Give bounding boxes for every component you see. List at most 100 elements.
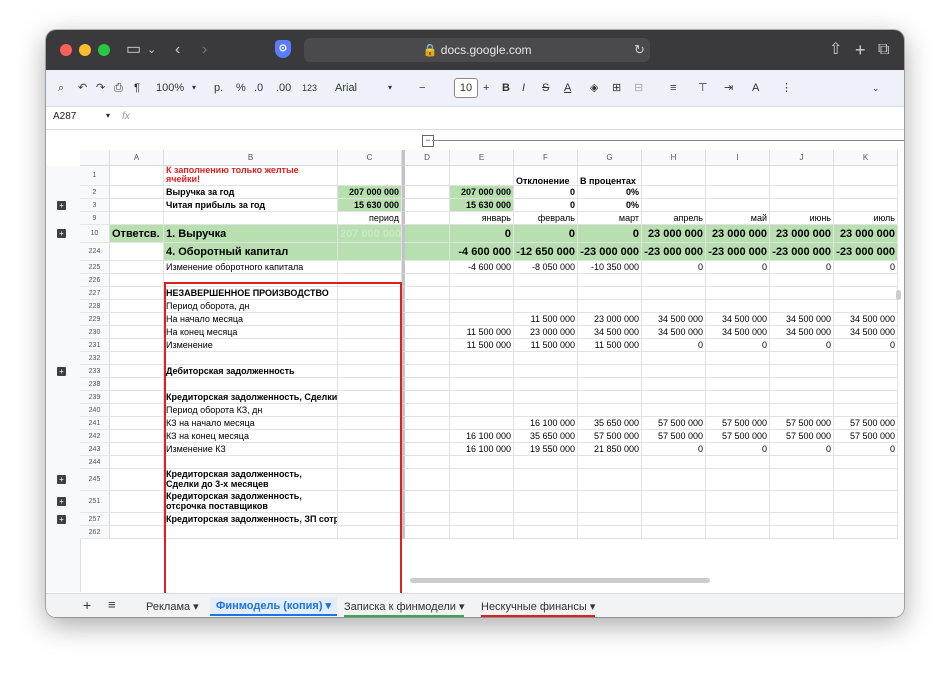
italic-button[interactable]: I (522, 81, 525, 95)
cell-h[interactable] (642, 404, 706, 417)
cell-i[interactable]: май (706, 212, 770, 225)
cell-b[interactable]: КЗ на конец месяца (164, 430, 338, 443)
cell-j[interactable] (770, 491, 834, 513)
close-window-button[interactable] (60, 44, 72, 56)
cell-c[interactable]: 15 630 000 (338, 199, 402, 212)
cell-d[interactable] (402, 199, 450, 212)
cell-g[interactable]: В процентах (578, 166, 642, 186)
cell-j[interactable] (770, 469, 834, 491)
redo-icon[interactable]: ↷ (96, 81, 105, 95)
cell-g[interactable] (578, 404, 642, 417)
cell-j[interactable] (770, 199, 834, 212)
cell-i[interactable] (706, 365, 770, 378)
row-header[interactable]: 224 (80, 243, 110, 261)
cell-d[interactable] (402, 378, 450, 391)
cell-a[interactable] (110, 186, 164, 199)
cell-b[interactable]: Выручка за год (164, 186, 338, 199)
cell-c[interactable] (338, 261, 402, 274)
row-header[interactable]: 9 (80, 212, 110, 225)
cell-g[interactable]: 0% (578, 199, 642, 212)
row-header[interactable]: 3 (80, 199, 110, 212)
cell-j[interactable]: 57 500 000 (770, 417, 834, 430)
cell-f[interactable]: Отклонение (514, 166, 578, 186)
cell-e[interactable]: 11 500 000 (450, 339, 514, 352)
cell-g[interactable]: 11 500 000 (578, 339, 642, 352)
cell-k[interactable] (834, 352, 898, 365)
cell-j[interactable] (770, 300, 834, 313)
cell-e[interactable]: 16 100 000 (450, 443, 514, 456)
cell-k[interactable]: 0 (834, 339, 898, 352)
more-icon[interactable]: ⋮ (781, 81, 792, 95)
expand-group-icon[interactable]: + (57, 366, 66, 376)
cell-b[interactable]: 1. Выручка (164, 225, 338, 243)
row-header[interactable]: 225 (80, 261, 110, 274)
row-header[interactable]: 242 (80, 430, 110, 443)
sheet-tab-neskuchnye[interactable]: Нескучные финансы ▾ (481, 600, 596, 617)
share-icon[interactable]: ⇧ (829, 41, 842, 59)
cell-a[interactable] (110, 287, 164, 300)
row-header[interactable]: 245 (80, 469, 110, 491)
cell-j[interactable] (770, 166, 834, 186)
cell-c[interactable]: 207 000 000 (338, 186, 402, 199)
cell-d[interactable] (402, 212, 450, 225)
vertical-align-icon[interactable]: ⊤ (698, 81, 708, 95)
reload-icon[interactable]: ↻ (634, 41, 645, 59)
cell-c[interactable] (338, 430, 402, 443)
cell-b[interactable]: Изменение (164, 339, 338, 352)
cell-k[interactable] (834, 274, 898, 287)
cell-e[interactable] (450, 456, 514, 469)
cell-c[interactable]: 207 000 000 (338, 225, 402, 243)
row-header[interactable]: 238 (80, 378, 110, 391)
cell-d[interactable] (402, 469, 450, 491)
cell-f[interactable] (514, 287, 578, 300)
row-header[interactable]: 243 (80, 443, 110, 456)
column-header[interactable]: I (706, 150, 770, 166)
cell-d[interactable] (402, 243, 450, 261)
cell-i[interactable] (706, 287, 770, 300)
new-tab-icon[interactable]: + (855, 41, 866, 59)
cell-d[interactable] (402, 300, 450, 313)
cell-e[interactable]: 0 (450, 225, 514, 243)
cell-e[interactable]: -4 600 000 (450, 261, 514, 274)
cell-e[interactable] (450, 491, 514, 513)
cell-g[interactable]: -10 350 000 (578, 261, 642, 274)
cell-f[interactable] (514, 391, 578, 404)
cell-g[interactable]: 23 000 000 (578, 313, 642, 326)
sheet-tab-zapiska[interactable]: Записка к финмодели ▾ (344, 600, 465, 617)
cell-c[interactable] (338, 313, 402, 326)
cell-f[interactable] (514, 491, 578, 513)
cell-g[interactable] (578, 378, 642, 391)
cell-i[interactable] (706, 526, 770, 539)
cell-d[interactable] (402, 456, 450, 469)
cell-d[interactable] (402, 339, 450, 352)
sheet-tab-finmodel-copy[interactable]: Финмодель (копия) ▾ (210, 597, 338, 616)
cell-h[interactable]: 0 (642, 443, 706, 456)
cell-c[interactable] (338, 526, 402, 539)
cell-f[interactable] (514, 404, 578, 417)
cell-c[interactable] (338, 378, 402, 391)
cell-a[interactable] (110, 404, 164, 417)
horizontal-align-icon[interactable]: ≡ (670, 81, 676, 95)
cell-b[interactable] (164, 526, 338, 539)
cell-d[interactable] (402, 513, 450, 526)
cell-f[interactable]: 11 500 000 (514, 313, 578, 326)
cell-j[interactable]: 0 (770, 261, 834, 274)
cell-h[interactable] (642, 274, 706, 287)
cell-i[interactable] (706, 456, 770, 469)
cell-i[interactable] (706, 352, 770, 365)
cell-g[interactable] (578, 365, 642, 378)
cell-k[interactable]: 57 500 000 (834, 417, 898, 430)
cell-a[interactable] (110, 491, 164, 513)
cell-i[interactable] (706, 186, 770, 199)
cell-g[interactable] (578, 513, 642, 526)
cell-k[interactable]: июль (834, 212, 898, 225)
cell-d[interactable] (402, 352, 450, 365)
cell-c[interactable] (338, 352, 402, 365)
cell-b[interactable]: Кредиторская задолженность, отсрочка пос… (164, 491, 338, 513)
row-header[interactable]: 1 (80, 166, 110, 186)
cell-h[interactable] (642, 513, 706, 526)
cell-j[interactable] (770, 186, 834, 199)
percent-format-button[interactable]: % (236, 81, 246, 95)
expand-group-icon[interactable]: + (57, 514, 66, 524)
decrease-font-size-icon[interactable]: − (419, 81, 425, 95)
